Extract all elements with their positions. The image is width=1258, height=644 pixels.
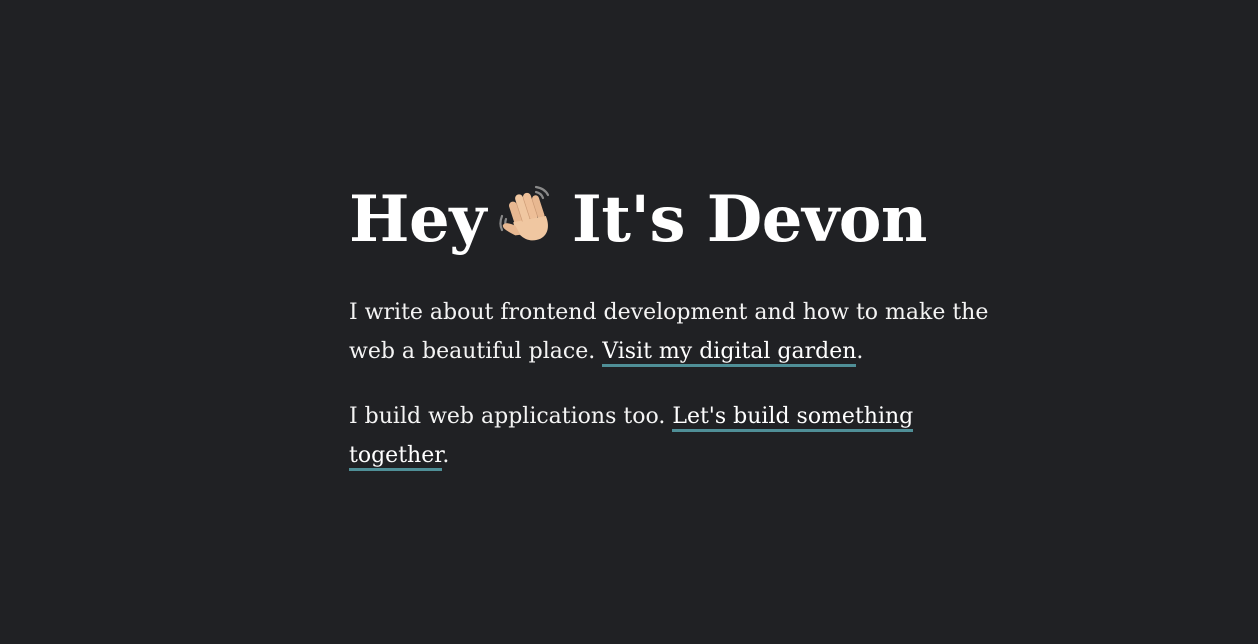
greeting-text: Hey — [349, 182, 486, 257]
page-title: Hey It's Devon — [349, 176, 1009, 264]
name-text: It's Devon — [571, 182, 928, 257]
page: Hey It's Devon I write about frontend de… — [0, 0, 1258, 644]
work-period: . — [442, 443, 450, 468]
work-text: I build web applications too. — [349, 404, 666, 429]
work-paragraph: I build web applications too. Let's buil… — [349, 397, 1009, 475]
intro-period: . — [856, 339, 864, 364]
intro-paragraph: I write about frontend development and h… — [349, 293, 1009, 371]
hero-section: Hey It's Devon I write about frontend de… — [349, 176, 1009, 475]
waving-hand-icon — [499, 185, 549, 241]
digital-garden-link[interactable]: Visit my digital garden — [602, 339, 857, 367]
